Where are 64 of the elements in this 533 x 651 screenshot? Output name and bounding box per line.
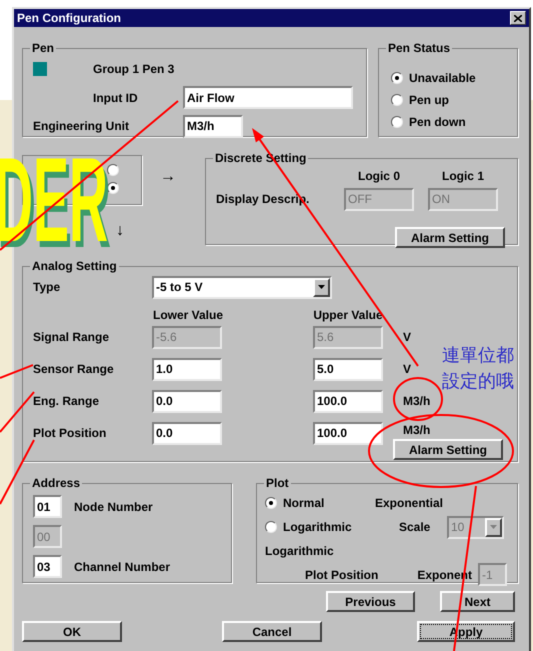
input-field[interactable]: 100.0 [313, 422, 383, 444]
annotation-line [0, 391, 35, 433]
input-field[interactable]: 1.0 [152, 358, 222, 380]
input-field[interactable]: 5.0 [313, 358, 383, 380]
field-label: Scale [399, 520, 430, 534]
input-field[interactable]: 01 [33, 495, 62, 518]
input-field[interactable]: 0.0 [152, 422, 222, 444]
close-icon [514, 14, 522, 22]
column-header: Upper Value [313, 307, 383, 324]
radio-button[interactable] [265, 521, 277, 533]
field-label: Node Number [74, 498, 153, 516]
column-header: Lower Value [152, 307, 224, 324]
group-title: Plot [265, 475, 290, 492]
field-label: Logarithmic [265, 543, 335, 560]
right-arrow-glyph: → [160, 167, 176, 187]
caret-icon [318, 285, 325, 289]
group-title: Address [31, 475, 82, 492]
button[interactable]: Alarm Setting [393, 439, 503, 460]
radio-button[interactable] [391, 116, 403, 128]
radio-label: Normal [283, 495, 324, 512]
button[interactable]: Next [440, 591, 515, 612]
field-label: Channel Number [74, 558, 170, 576]
down-arrow-glyph: ↓ [116, 221, 125, 241]
pen-group-label: Group 1 Pen 3 [93, 62, 174, 76]
column-header: Logic 1 [442, 168, 484, 185]
row-label: Plot Position [33, 426, 106, 440]
unit-label: M3/h [403, 393, 430, 410]
field-label: Input ID [93, 90, 139, 106]
field-label: Exponential [375, 495, 444, 512]
radio-label: Pen up [409, 92, 450, 109]
radio-button[interactable] [265, 497, 277, 509]
field-label: Plot Position [305, 566, 378, 584]
unit-label: M3/h [403, 422, 430, 439]
input-field[interactable]: M3/h [183, 114, 243, 138]
caret-icon [490, 525, 497, 529]
annotation-line [0, 364, 34, 379]
radio-label: Unavailable [409, 70, 476, 87]
input-field[interactable]: 100.0 [313, 390, 383, 412]
input-field[interactable]: Air Flow [183, 86, 353, 109]
input-field[interactable]: 0.0 [152, 390, 222, 412]
dropdown[interactable]: -5 to 5 V [152, 276, 332, 298]
input-field[interactable]: 03 [33, 555, 62, 578]
row-label: Eng. Range [33, 394, 100, 408]
field-label: Type [33, 280, 60, 294]
group-title: Pen Status [387, 40, 452, 57]
group-title: Pen [31, 40, 56, 57]
field-label: Engineering Unit [33, 119, 129, 133]
column-header: Logic 0 [358, 168, 400, 185]
button[interactable]: Cancel [222, 621, 322, 642]
unit-label: V [403, 361, 412, 378]
button[interactable]: OK [22, 621, 122, 642]
radio-label: Pen down [409, 114, 466, 131]
window-title: Pen Configuration [17, 10, 121, 27]
radio-button[interactable] [107, 182, 119, 194]
radio-button[interactable] [391, 94, 403, 106]
radio-button[interactable] [391, 72, 403, 84]
close-button[interactable] [510, 11, 526, 25]
radio-label: Logarithmic [283, 519, 352, 536]
row-label: Sensor Range [33, 362, 114, 376]
row-label: Signal Range [33, 330, 110, 344]
button[interactable]: Previous [326, 591, 415, 612]
radio-button[interactable] [107, 164, 119, 176]
annotation-text: 連單位都 設定的哦 [442, 344, 514, 394]
unit-label: V [403, 329, 412, 346]
